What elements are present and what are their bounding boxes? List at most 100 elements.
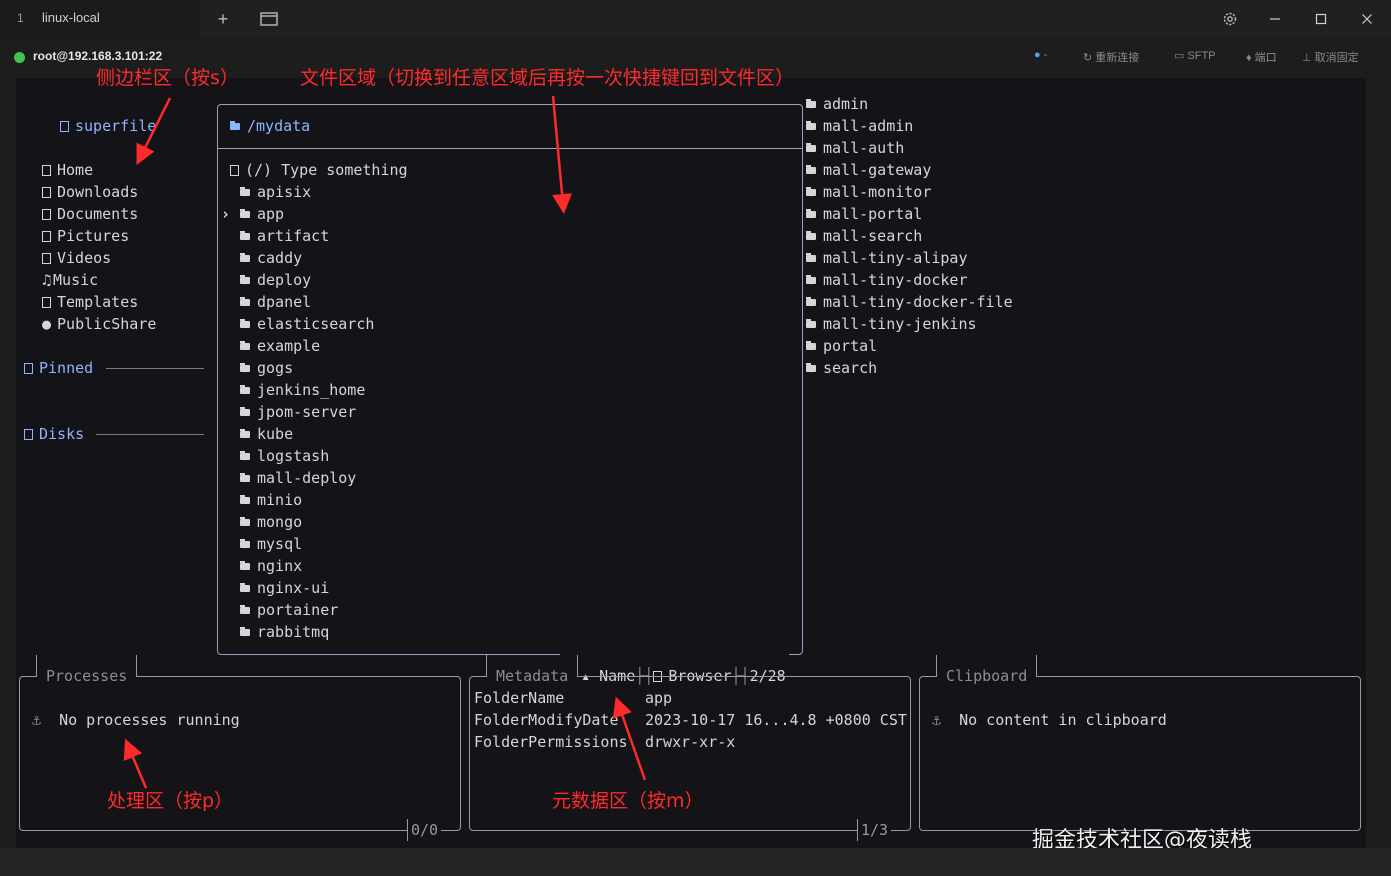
- file-row[interactable]: rabbitmq: [240, 621, 329, 643]
- file-row[interactable]: jpom-server: [240, 401, 356, 423]
- pin-icon: ⊥: [1302, 52, 1312, 64]
- folder-icon: [806, 209, 816, 218]
- tab-linux-local[interactable]: [0, 0, 200, 38]
- current-path: /mydata: [230, 115, 310, 137]
- folder-icon: [240, 627, 250, 636]
- file-row[interactable]: logstash: [240, 445, 329, 467]
- preview-item: mall-tiny-jenkins: [806, 313, 977, 335]
- annotation-process-area: 处理区（按p）: [107, 790, 234, 812]
- clipboard-title: Clipboard: [936, 655, 1038, 687]
- folder-icon: [806, 275, 816, 284]
- folder-icon: [240, 583, 250, 592]
- processes-panel[interactable]: [19, 676, 461, 831]
- metadata-title: Metadata: [486, 655, 579, 687]
- file-row[interactable]: gogs: [240, 357, 293, 379]
- sidebar-item-templates[interactable]: Templates: [42, 291, 138, 313]
- sidebar-item-documents[interactable]: Documents: [42, 203, 138, 225]
- folder-icon: [806, 341, 816, 350]
- sidebar-pinned-header: Pinned: [24, 357, 93, 379]
- folder-icon: [240, 319, 250, 328]
- sftp-button[interactable]: ▭ SFTP: [1174, 49, 1216, 62]
- folder-icon: [240, 209, 250, 218]
- file-row[interactable]: artifact: [240, 225, 329, 247]
- folder-icon: [806, 165, 816, 174]
- folder-icon: [240, 253, 250, 262]
- anchor-icon: ⚓: [932, 711, 942, 729]
- clipboard-panel[interactable]: [919, 676, 1361, 831]
- file-row[interactable]: apisix: [240, 181, 311, 203]
- metadata-value: app: [645, 689, 673, 707]
- preview-item: mall-tiny-alipay: [806, 247, 968, 269]
- metadata-key: FolderModifyDate: [474, 711, 619, 729]
- maximize-icon[interactable]: [1306, 4, 1336, 34]
- preview-item: mall-monitor: [806, 181, 931, 203]
- metadata-key: FolderPermissions: [474, 733, 628, 751]
- file-row[interactable]: example: [240, 335, 320, 357]
- sidebar-item-videos[interactable]: Videos: [42, 247, 111, 269]
- port-button[interactable]: ♦ 端口: [1246, 49, 1277, 65]
- sidebar-disks-header: Disks: [24, 423, 84, 445]
- tab-title[interactable]: linux-local: [42, 10, 100, 25]
- anchor-icon: ⚓: [32, 711, 42, 729]
- folder-icon: [806, 363, 816, 372]
- file-row[interactable]: nginx-ui: [240, 577, 329, 599]
- folder-icon: [240, 605, 250, 614]
- folder-icon: [240, 341, 250, 350]
- preview-item: search: [806, 357, 877, 379]
- preview-item: mall-auth: [806, 137, 904, 159]
- preview-item: portal: [806, 335, 877, 357]
- folder-icon: [42, 253, 51, 264]
- file-row[interactable]: caddy: [240, 247, 302, 269]
- metadata-value: 2023-10-17 16...4.8 +0800 CST: [645, 711, 907, 729]
- file-row[interactable]: dpanel: [240, 291, 311, 313]
- connection-host: root@192.168.3.101:22: [33, 49, 163, 63]
- file-row[interactable]: mongo: [240, 511, 302, 533]
- folder-icon: [806, 297, 816, 306]
- file-row[interactable]: elasticsearch: [240, 313, 374, 335]
- file-row[interactable]: mall-deploy: [240, 467, 356, 489]
- connection-status-icon: [14, 52, 25, 63]
- selection-cursor-icon: ›: [221, 205, 231, 223]
- folder-icon: [240, 495, 250, 504]
- windows-icon[interactable]: [254, 4, 284, 34]
- metadata-value: drwxr-xr-x: [645, 733, 736, 751]
- folder-icon: [240, 385, 250, 394]
- sidebar-item-publicshare[interactable]: ● PublicShare: [42, 313, 156, 335]
- file-row[interactable]: kube: [240, 423, 293, 445]
- sidebar-item-downloads[interactable]: Downloads: [42, 181, 138, 203]
- folder-icon: [806, 253, 816, 262]
- sidebar-item-pictures[interactable]: Pictures: [42, 225, 129, 247]
- preview-item: mall-admin: [806, 115, 913, 137]
- file-row[interactable]: deploy: [240, 269, 311, 291]
- folder-icon: [806, 143, 816, 152]
- lightbulb-icon: ●: [1034, 49, 1041, 61]
- preview-item: mall-search: [806, 225, 922, 247]
- minimize-icon[interactable]: [1260, 4, 1290, 34]
- sidebar-item-home[interactable]: Home: [42, 159, 93, 181]
- folder-icon: [240, 473, 250, 482]
- folder-icon: [806, 231, 816, 240]
- search-input[interactable]: (/) Type something: [230, 159, 408, 181]
- file-row[interactable]: jenkins_home: [240, 379, 365, 401]
- app-icon: [60, 121, 69, 132]
- processes-count: 0/0: [407, 819, 442, 841]
- file-row[interactable]: app: [240, 203, 284, 225]
- plus-icon[interactable]: +: [208, 4, 238, 34]
- folder-icon: [42, 231, 51, 242]
- sidebar-item-music[interactable]: ♫ Music: [42, 269, 98, 291]
- file-row[interactable]: nginx: [240, 555, 302, 577]
- folder-icon: [240, 407, 250, 416]
- hint-button[interactable]: ● -: [1034, 49, 1047, 61]
- divider: [106, 368, 204, 369]
- file-row[interactable]: mysql: [240, 533, 302, 555]
- file-row[interactable]: portainer: [240, 599, 338, 621]
- file-row[interactable]: minio: [240, 489, 302, 511]
- close-icon[interactable]: [1352, 4, 1382, 34]
- reconnect-button[interactable]: ↻ 重新连接: [1083, 49, 1139, 65]
- preview-item: admin: [806, 93, 868, 115]
- port-icon: ♦: [1246, 52, 1252, 64]
- divider: [96, 434, 204, 435]
- unpin-button[interactable]: ⊥ 取消固定: [1302, 49, 1359, 65]
- gear-icon[interactable]: [1215, 4, 1245, 34]
- folder-icon: [230, 121, 240, 130]
